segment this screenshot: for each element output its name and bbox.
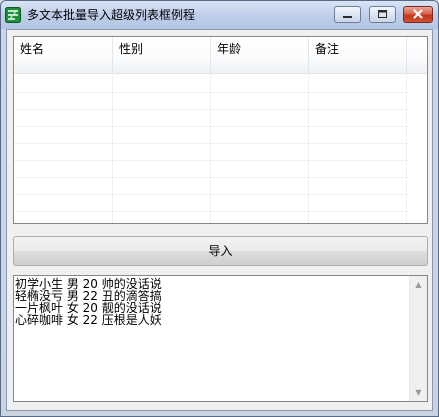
column-label: 备注	[315, 42, 340, 56]
main-window: 多文本批量导入超级列表框例程 姓名 性别 年龄 备注 导入 初学小生 男 20 …	[0, 0, 439, 417]
grid-line	[210, 73, 211, 223]
app-icon	[5, 7, 21, 23]
grid-line	[406, 73, 407, 223]
maximize-icon	[378, 10, 387, 18]
maximize-button[interactable]	[369, 6, 396, 23]
import-button[interactable]: 导入	[13, 236, 428, 266]
grid-line	[14, 160, 408, 161]
grid-line	[14, 143, 408, 144]
grid-line	[112, 73, 113, 223]
grid-line	[14, 92, 408, 93]
minimize-button[interactable]	[334, 6, 361, 23]
vertical-scrollbar[interactable]: ▲ ▼	[409, 276, 427, 401]
column-header-name[interactable]: 姓名	[14, 37, 113, 73]
scroll-up-arrow-icon[interactable]: ▲	[410, 276, 427, 293]
grid-line	[14, 177, 408, 178]
title-bar[interactable]: 多文本批量导入超级列表框例程	[1, 1, 438, 29]
close-icon	[413, 9, 423, 19]
grid-line	[14, 126, 408, 127]
grid-line	[14, 194, 408, 195]
list-header: 姓名 性别 年龄 备注	[14, 37, 427, 74]
close-button[interactable]	[403, 6, 433, 23]
column-header-gender[interactable]: 性别	[113, 37, 211, 73]
column-label: 性别	[119, 42, 144, 56]
minimize-icon	[343, 16, 352, 18]
client-area: 姓名 性别 年龄 备注 导入 初学小生 男 20 帅的没话说 轻椭没亏 男 22…	[6, 29, 433, 411]
grid-line	[308, 73, 309, 223]
scroll-down-arrow-icon[interactable]: ▼	[410, 384, 427, 401]
grid-line	[14, 211, 408, 212]
super-list-box[interactable]: 姓名 性别 年龄 备注	[13, 36, 428, 224]
column-header-age[interactable]: 年龄	[211, 37, 309, 73]
grid-line	[14, 109, 408, 110]
multiline-textbox[interactable]: 初学小生 男 20 帅的没话说 轻椭没亏 男 22 丑的滴答搞 一片枫叶 女 2…	[13, 275, 428, 402]
column-label: 年龄	[217, 42, 242, 56]
window-title: 多文本批量导入超级列表框例程	[27, 8, 196, 22]
column-header-remark[interactable]: 备注	[309, 37, 407, 73]
column-label: 姓名	[20, 42, 45, 56]
memo-line: 心碎咖啡 女 22 压根是人妖	[15, 313, 162, 327]
